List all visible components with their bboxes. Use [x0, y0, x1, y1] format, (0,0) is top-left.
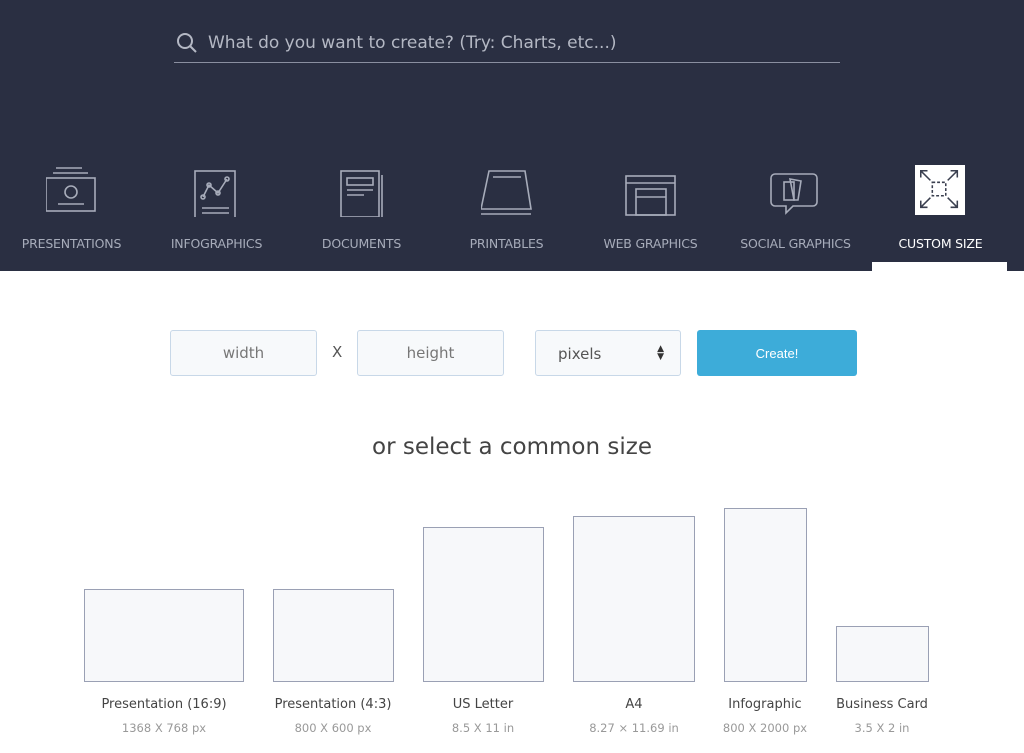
printable-icon: [481, 170, 532, 215]
unit-select[interactable]: pixels ▲ ▼: [535, 330, 681, 376]
select-arrows-icon: ▲ ▼: [657, 344, 664, 362]
tab-web-graphics[interactable]: WEB GRAPHICS: [578, 160, 723, 271]
tab-label: DOCUMENTS: [321, 236, 402, 251]
size-card-a4[interactable]: [573, 516, 695, 682]
tab-label: WEB GRAPHICS: [603, 236, 698, 251]
tab-infographics[interactable]: INFOGRAPHICS: [144, 160, 289, 271]
presentation-icon: [46, 167, 96, 212]
social-graphic-icon: [770, 173, 818, 215]
size-card-infographic[interactable]: [724, 508, 807, 682]
common-size-heading: or select a common size: [372, 434, 652, 460]
tab-social-graphics[interactable]: SOCIAL GRAPHICS: [723, 160, 868, 271]
tab-label: SOCIAL GRAPHICS: [740, 236, 851, 251]
size-card-us-letter[interactable]: [423, 527, 544, 682]
search-icon: [177, 33, 197, 53]
size-card-presentation-16-9[interactable]: [84, 589, 244, 682]
size-card-business-card[interactable]: [836, 626, 929, 682]
create-button[interactable]: Create!: [697, 330, 857, 376]
height-input[interactable]: [357, 330, 504, 376]
tab-label: INFOGRAPHICS: [170, 236, 263, 251]
dimension-separator: X: [332, 343, 343, 361]
document-icon: [340, 170, 383, 217]
tab-label: PRINTABLES: [469, 236, 544, 251]
width-input[interactable]: [170, 330, 317, 376]
resize-icon: [915, 165, 965, 215]
size-name[interactable]: Business Card: [782, 697, 982, 712]
search-bar[interactable]: [174, 24, 840, 63]
web-graphic-icon: [625, 175, 676, 216]
header: PRESENTATIONS INFOGRAPHICS DOCUMENTS PRI…: [0, 0, 1024, 271]
tab-presentations[interactable]: PRESENTATIONS: [0, 160, 144, 271]
tab-custom-size[interactable]: CUSTOM SIZE: [868, 160, 1013, 271]
infographic-icon: [194, 170, 236, 217]
size-dims: 3.5 X 2 in: [854, 721, 910, 735]
search-input[interactable]: [208, 33, 808, 53]
tab-label: CUSTOM SIZE: [898, 236, 983, 251]
tab-printables[interactable]: PRINTABLES: [434, 160, 579, 271]
size-card-presentation-4-3[interactable]: [273, 589, 394, 682]
active-tab-indicator: [872, 262, 1007, 271]
tab-documents[interactable]: DOCUMENTS: [289, 160, 434, 271]
unit-value: pixels: [558, 345, 602, 363]
tab-label: PRESENTATIONS: [21, 236, 122, 251]
